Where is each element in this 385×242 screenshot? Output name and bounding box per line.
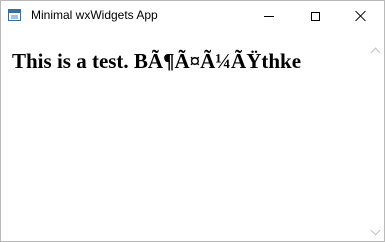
maximize-icon	[310, 11, 320, 21]
scroll-down-button[interactable]	[367, 224, 384, 241]
app-window-icon[interactable]	[8, 9, 21, 21]
minimize-icon	[264, 15, 274, 17]
window-title: Minimal wxWidgets App	[31, 8, 158, 22]
minimize-button[interactable]	[246, 1, 292, 31]
title-bar[interactable]: Minimal wxWidgets App	[1, 1, 384, 31]
content-text: This is a test. BÃ¶Ã¤Ã¼ÃŸthke	[12, 49, 302, 73]
maximize-button[interactable]	[292, 1, 338, 31]
app-window: Minimal wxWidgets App This is a test. BÃ…	[0, 0, 385, 242]
chevron-down-icon	[370, 225, 381, 236]
close-button[interactable]	[338, 1, 384, 31]
scroll-up-button[interactable]	[367, 42, 384, 59]
vertical-scrollbar[interactable]	[367, 42, 384, 241]
close-icon	[355, 10, 367, 22]
chevron-up-icon	[370, 47, 381, 58]
client-area: This is a test. BÃ¶Ã¤Ã¼ÃŸthke	[1, 32, 384, 241]
